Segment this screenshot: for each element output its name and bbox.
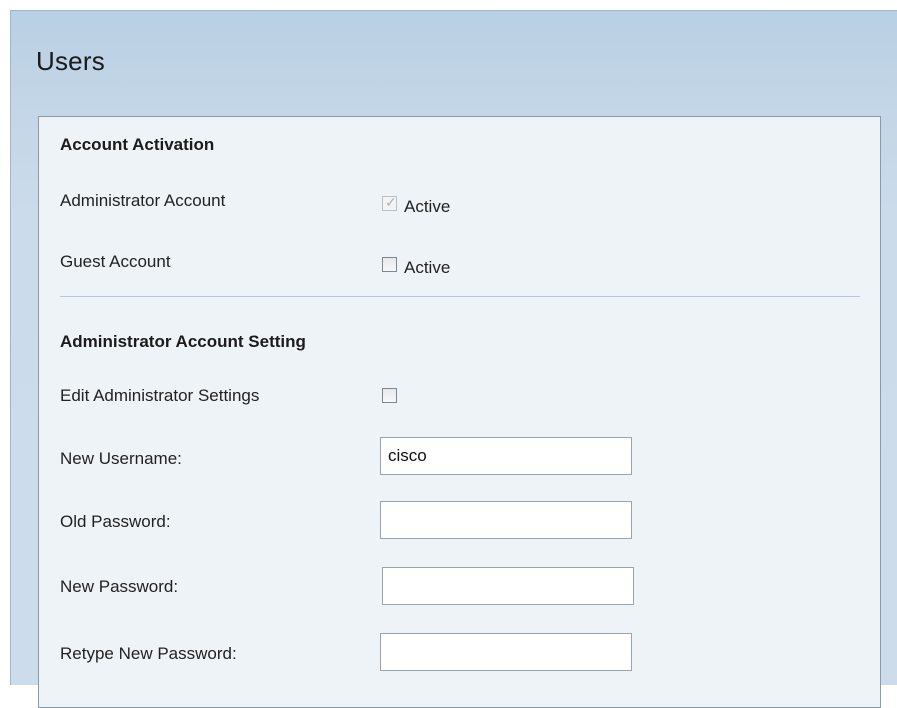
page-frame: Users Account Activation Administrator A… [0, 0, 897, 708]
new-username-input[interactable] [380, 437, 632, 475]
retype-password-label: Retype New Password: [60, 644, 237, 663]
admin-account-active-checkbox[interactable]: ✓ [382, 194, 397, 211]
guest-account-active-checkbox[interactable] [382, 257, 397, 272]
account-activation-title: Account Activation [60, 135, 215, 154]
page-title: Users [36, 46, 105, 76]
retype-password-input[interactable] [380, 633, 632, 671]
old-password-input[interactable] [380, 501, 632, 539]
edit-admin-settings-label: Edit Administrator Settings [60, 386, 260, 405]
guest-account-active-label: Active [404, 258, 451, 277]
new-username-label: New Username: [60, 449, 182, 468]
section-divider [60, 296, 860, 297]
old-password-label: Old Password: [60, 512, 171, 531]
check-icon: ✓ [385, 194, 397, 210]
admin-setting-title: Administrator Account Setting [60, 332, 306, 351]
admin-account-active-label: Active [404, 197, 451, 216]
guest-account-label: Guest Account [60, 252, 171, 271]
edit-admin-settings-checkbox[interactable] [382, 388, 397, 403]
new-password-label: New Password: [60, 577, 179, 596]
new-password-input[interactable] [382, 567, 634, 605]
admin-account-label: Administrator Account [60, 191, 226, 210]
